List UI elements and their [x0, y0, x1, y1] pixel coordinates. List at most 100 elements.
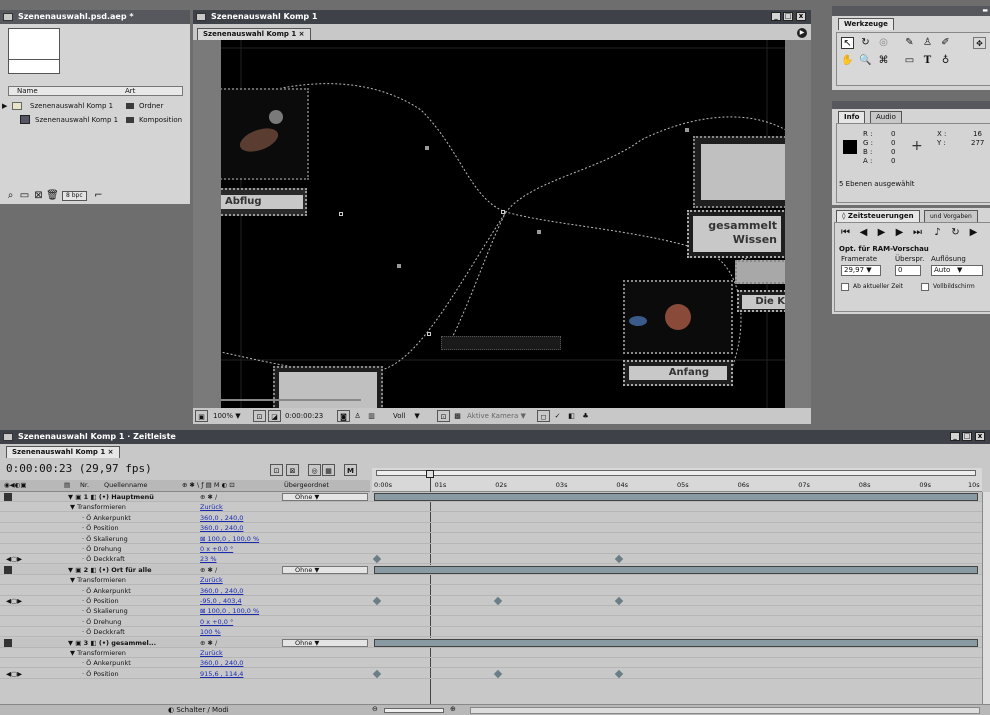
- parent-dropdown[interactable]: Ohne ▼: [282, 493, 368, 501]
- layer-duration-bar[interactable]: [374, 493, 978, 501]
- keyframe[interactable]: [615, 555, 624, 564]
- source-name-header[interactable]: Quellenname: [104, 480, 147, 491]
- timecode-display[interactable]: 0:00:00:23: [285, 411, 323, 422]
- horizontal-scrollbar[interactable]: [470, 707, 980, 714]
- comp-title-bar[interactable]: Szenenauswahl Komp 1 _ □ x: [193, 10, 811, 24]
- tab-presets[interactable]: und Vorgaben: [924, 210, 978, 222]
- next-frame-icon[interactable]: ▶: [893, 227, 906, 239]
- ram-preview-icon[interactable]: ▶: [967, 227, 980, 239]
- zoom-in-icon[interactable]: ⊕: [450, 705, 456, 713]
- keyframe[interactable]: [372, 596, 382, 606]
- project-title-bar[interactable]: Szenenauswahl.psd.aep *: [0, 10, 190, 24]
- property-value[interactable]: 100 %: [200, 627, 221, 637]
- layer-row[interactable]: ▼ ▣ 3 ◧ (•) gesammel... ⊕ ✱ / Ohne ▼: [0, 637, 990, 648]
- property-group-row[interactable]: ▼ Transformieren Zurück: [0, 575, 990, 586]
- property-value[interactable]: ⊠ 100,0 , 100,0 %: [200, 606, 259, 616]
- flowchart-icon[interactable]: ♣: [579, 410, 592, 422]
- orbit-camera-icon[interactable]: ◎: [877, 37, 890, 49]
- panel-menu-icon[interactable]: ▶: [797, 28, 807, 38]
- find-icon[interactable]: ⌕: [4, 190, 17, 202]
- parent-header[interactable]: Übergeordnet: [284, 480, 329, 491]
- keyframe-navigator-icon[interactable]: ◀▢▶: [6, 669, 22, 679]
- video-switch-icon[interactable]: [4, 638, 12, 647]
- comp-canvas[interactable]: Abflug gesammelt Wissen Die Kr Anfang: [221, 40, 785, 408]
- trash-icon[interactable]: 🗑: [46, 190, 59, 202]
- zoom-dropdown[interactable]: 100% ▼: [213, 411, 251, 422]
- property-value[interactable]: 360,0 , 240,0: [200, 523, 243, 533]
- keyframe-navigator-icon[interactable]: ◀▢▶: [6, 596, 22, 606]
- audio-icon[interactable]: ♪: [931, 227, 944, 239]
- keyframe[interactable]: [615, 596, 624, 606]
- brush-tool-icon[interactable]: ✎: [903, 37, 916, 49]
- close-tab-icon[interactable]: ×: [108, 448, 114, 456]
- channel-icon[interactable]: ▥: [365, 410, 378, 422]
- layer-switches[interactable]: ⊕ ✱ /: [200, 492, 217, 502]
- property-row[interactable]: · Ö Position 915,6 , 114,4 ◀▢▶: [0, 669, 990, 679]
- fullscreen-checkbox[interactable]: [921, 283, 929, 291]
- text-tool-icon[interactable]: T: [921, 55, 934, 67]
- property-value[interactable]: Zurück: [200, 648, 223, 658]
- keyframe[interactable]: [493, 669, 503, 679]
- clone-stamp-icon[interactable]: ♙: [921, 37, 934, 49]
- show-snapshot-icon[interactable]: ♙: [351, 410, 364, 422]
- selection-tool-icon[interactable]: ↖: [841, 37, 854, 49]
- layer-switches[interactable]: ⊕ ✱ /: [200, 565, 217, 575]
- horizontal-slider[interactable]: [221, 399, 361, 401]
- keyframe-navigator-icon[interactable]: ◀▢▶: [6, 554, 22, 564]
- property-row[interactable]: · Ö Ankerpunkt 360,0 , 240,0: [0, 586, 990, 596]
- tab-audio[interactable]: Audio: [870, 111, 902, 123]
- zoom-out-icon[interactable]: ⊖: [372, 705, 378, 713]
- fast-preview-icon[interactable]: ◧: [565, 410, 578, 422]
- tab-info[interactable]: Info: [838, 111, 866, 123]
- bpc-button[interactable]: 8 bpc: [62, 191, 87, 201]
- work-area-bar[interactable]: [376, 470, 976, 476]
- always-preview-icon[interactable]: ▣: [195, 410, 208, 422]
- property-value[interactable]: ⊠ 100,0 , 100,0 %: [200, 534, 259, 544]
- comp-tab[interactable]: Szenenauswahl Komp 1 ×: [197, 28, 311, 40]
- view-layout-icon[interactable]: ◻: [537, 410, 550, 422]
- layer-row[interactable]: ▼ ▣ 2 ◧ (•) Ort für alle ⊕ ✱ / Ohne ▼: [0, 564, 990, 575]
- grid-icon[interactable]: ◪: [268, 410, 281, 422]
- property-value[interactable]: 360,0 , 240,0: [200, 513, 243, 523]
- property-value[interactable]: 0 x +0,0 °: [200, 544, 233, 554]
- property-value[interactable]: -95,0 , 403,4: [200, 596, 242, 606]
- rectangle-mask-icon[interactable]: ▭: [903, 55, 916, 67]
- minimize-button[interactable]: _: [950, 432, 960, 441]
- track-xy-icon[interactable]: ⌘: [877, 55, 890, 67]
- close-tab-icon[interactable]: ×: [299, 30, 305, 38]
- play-icon[interactable]: ▶: [875, 227, 888, 239]
- new-comp-icon[interactable]: ⊠: [32, 190, 45, 202]
- keyframe[interactable]: [615, 669, 624, 679]
- transparency-grid-icon[interactable]: ▩: [451, 410, 464, 422]
- timeline-title-bar[interactable]: Szenenauswahl Komp 1 · Zeitleiste _ □ x: [0, 430, 990, 444]
- previous-frame-icon[interactable]: ◀: [857, 227, 870, 239]
- close-button[interactable]: x: [796, 12, 806, 21]
- maximize-button[interactable]: □: [783, 12, 793, 21]
- maximize-button[interactable]: □: [962, 432, 972, 441]
- property-value[interactable]: 360,0 , 240,0: [200, 586, 243, 596]
- keyframe[interactable]: [372, 669, 382, 679]
- draft3d-icon[interactable]: ◎: [308, 464, 321, 476]
- property-row[interactable]: · Ö Skalierung ⊠ 100,0 , 100,0 %: [0, 606, 990, 617]
- loop-icon[interactable]: ↻: [949, 227, 962, 239]
- property-value[interactable]: Zurück: [200, 575, 223, 585]
- framerate-dropdown[interactable]: 29,97 ▼: [841, 265, 881, 276]
- current-time-marker[interactable]: [426, 470, 434, 478]
- parent-dropdown[interactable]: Ohne ▼: [282, 565, 368, 574]
- pixel-aspect-icon[interactable]: ✓: [551, 410, 564, 422]
- first-frame-icon[interactable]: ⏮: [839, 227, 852, 239]
- property-row[interactable]: · Ö Skalierung ⊠ 100,0 , 100,0 %: [0, 534, 990, 544]
- from-current-checkbox[interactable]: [841, 283, 849, 291]
- parent-dropdown[interactable]: Ohne ▼: [282, 638, 368, 647]
- eraser-tool-icon[interactable]: ✐: [939, 37, 952, 49]
- column-type[interactable]: Art: [125, 87, 135, 95]
- timeline-timecode[interactable]: 0:00:00:23 (29,97 fps): [6, 462, 152, 475]
- safe-margins-icon[interactable]: ⊡: [253, 410, 266, 422]
- expand-triangle-icon[interactable]: ▶: [2, 100, 7, 112]
- property-row[interactable]: · Ö Drehung 0 x +0,0 °: [0, 544, 990, 555]
- keyframe[interactable]: [493, 596, 503, 606]
- snapshot-icon[interactable]: ◙: [337, 410, 350, 422]
- motion-blur-icon[interactable]: M: [344, 464, 357, 476]
- property-group-row[interactable]: ▼ Transformieren Zurück: [0, 502, 990, 513]
- nr-header[interactable]: Nr.: [80, 480, 89, 491]
